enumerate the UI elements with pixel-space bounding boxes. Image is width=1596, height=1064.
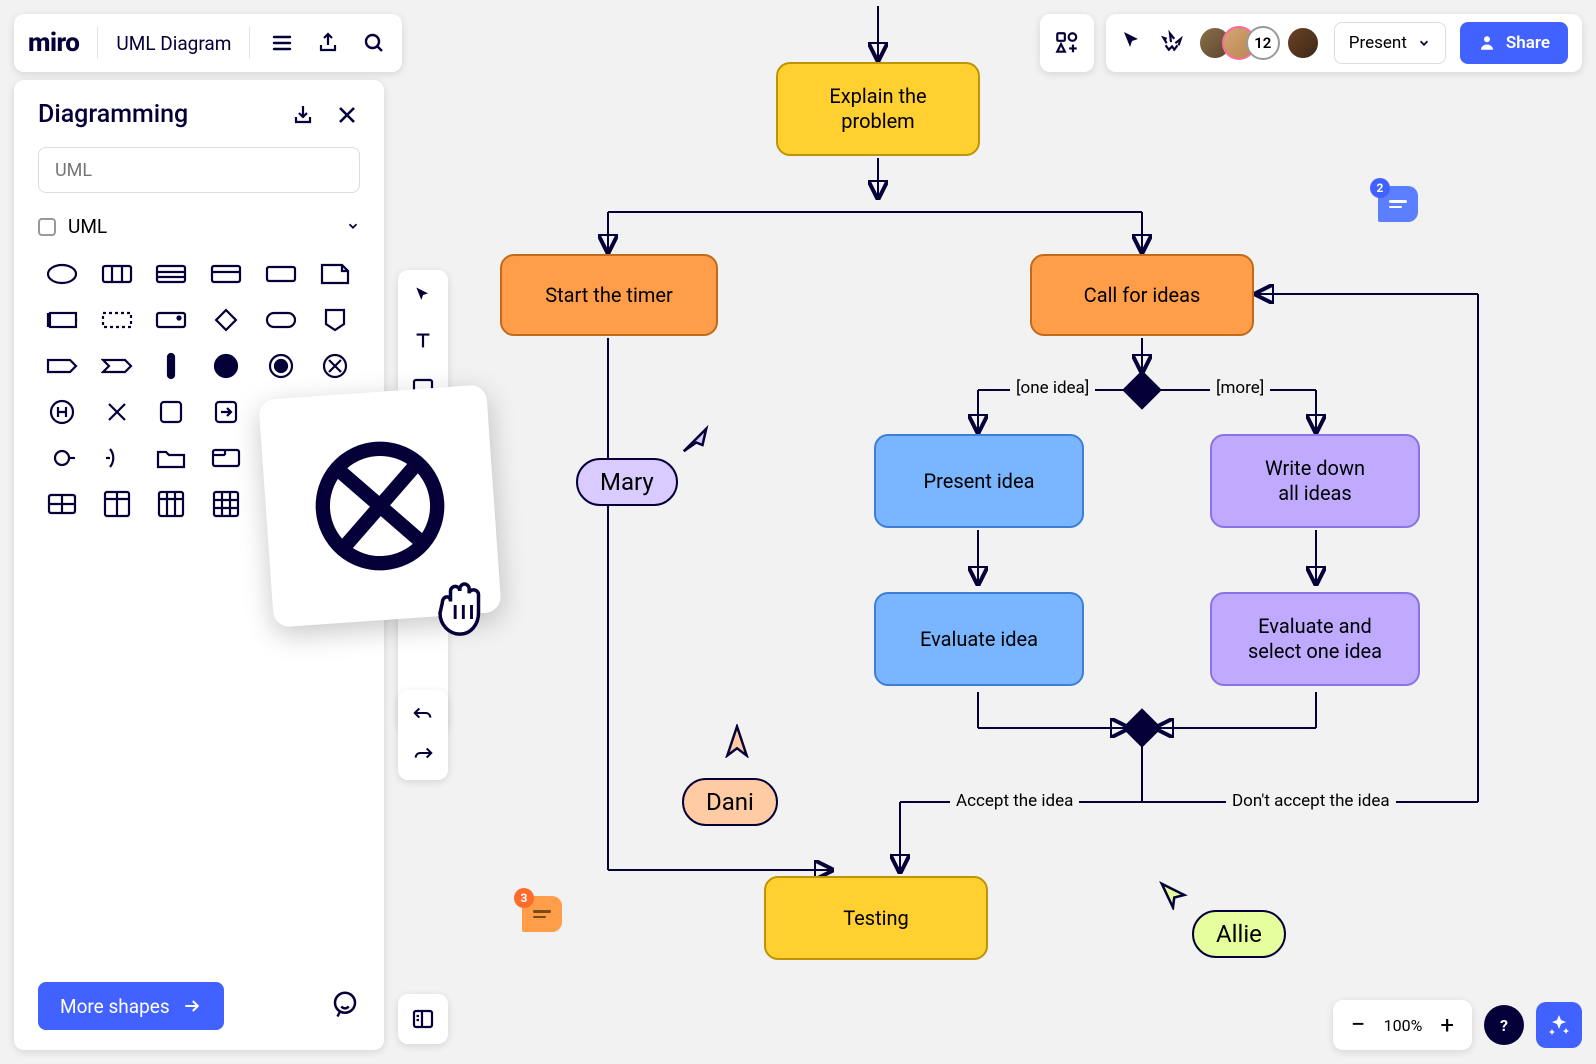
logo[interactable]: miro	[28, 28, 79, 58]
shape-arc[interactable]	[97, 442, 137, 474]
bottom-right-controls: − 100% + ?	[1333, 1000, 1582, 1050]
text-tool-icon[interactable]	[410, 328, 436, 354]
avatar[interactable]	[1286, 26, 1320, 60]
divider	[249, 27, 250, 59]
cursor-arrow-allie	[1158, 880, 1188, 914]
shape-circle-h[interactable]	[42, 396, 82, 428]
edge-label-accept: Accept the idea	[950, 791, 1079, 811]
shape-shield[interactable]	[315, 304, 355, 336]
close-icon[interactable]	[334, 102, 360, 128]
shape-square[interactable]	[151, 396, 191, 428]
shape-folder[interactable]	[151, 442, 191, 474]
cursor-mode-icon[interactable]	[1120, 29, 1144, 57]
edge-label-dont-accept: Don't accept the idea	[1226, 791, 1396, 811]
shape-bracket-rect[interactable]	[42, 304, 82, 336]
divider	[97, 27, 98, 59]
feedback-icon[interactable]	[330, 989, 360, 1023]
search-icon[interactable]	[360, 29, 388, 57]
shape-dashed-rect[interactable]	[97, 304, 137, 336]
decision-diamond[interactable]	[1122, 370, 1162, 410]
shape-bar[interactable]	[151, 350, 191, 382]
merge-diamond[interactable]	[1122, 708, 1162, 748]
comment-bubble[interactable]: 3	[522, 896, 562, 932]
help-button[interactable]: ?	[1484, 1005, 1524, 1045]
sidebar-title: Diagramming	[38, 100, 188, 129]
node-start-timer[interactable]: Start the timer	[500, 254, 718, 336]
shape-search-input[interactable]	[38, 147, 360, 193]
node-call-ideas[interactable]: Call for ideas	[1030, 254, 1254, 336]
zoom-control: − 100% +	[1333, 1000, 1472, 1050]
ai-button[interactable]	[1536, 1002, 1582, 1048]
cursor-arrow-mary	[680, 425, 710, 459]
shape-header[interactable]	[206, 258, 246, 290]
menu-icon[interactable]	[268, 29, 296, 57]
shape-ring-dot[interactable]	[261, 350, 301, 382]
edge-label-more: [more]	[1210, 378, 1270, 398]
zoom-out-button[interactable]: −	[1351, 1010, 1366, 1040]
shape-split-h[interactable]	[42, 488, 82, 520]
node-present-idea[interactable]: Present idea	[874, 434, 1084, 528]
shape-ellipse[interactable]	[42, 258, 82, 290]
shape-connector[interactable]	[42, 442, 82, 474]
node-write-down[interactable]: Write down all ideas	[1210, 434, 1420, 528]
zoom-in-button[interactable]: +	[1440, 1011, 1454, 1039]
shape-rect[interactable]	[261, 258, 301, 290]
import-icon[interactable]	[290, 102, 316, 128]
top-right-controls: 12 Present Share	[1040, 14, 1582, 72]
shape-circle-x[interactable]	[315, 350, 355, 382]
node-explain[interactable]: Explain the problem	[776, 62, 980, 156]
collab-box: 12 Present Share	[1106, 14, 1582, 72]
reactions-icon[interactable]	[1158, 28, 1184, 58]
share-button[interactable]: Share	[1460, 22, 1568, 64]
category-row[interactable]: UML	[14, 193, 384, 248]
shape-rows[interactable]	[151, 258, 191, 290]
redo-icon[interactable]	[412, 744, 434, 766]
zoom-level[interactable]: 100%	[1384, 1016, 1423, 1035]
node-evaluate-select[interactable]: Evaluate and select one idea	[1210, 592, 1420, 686]
cursor-arrow-dani	[722, 724, 752, 762]
category-label: UML	[68, 215, 107, 238]
export-icon[interactable]	[314, 29, 342, 57]
hidden-tool-icon[interactable]	[410, 650, 436, 676]
cursor-label-allie: Allie	[1192, 910, 1286, 958]
checkbox-icon[interactable]	[38, 218, 56, 236]
more-shapes-button[interactable]: More shapes	[38, 982, 224, 1030]
shape-window[interactable]	[206, 442, 246, 474]
shape-grid-3[interactable]	[151, 488, 191, 520]
shape-x[interactable]	[97, 396, 137, 428]
node-testing[interactable]: Testing	[764, 876, 988, 960]
comment-count-badge: 2	[1370, 178, 1390, 198]
shape-rect-dot[interactable]	[151, 304, 191, 336]
select-tool-icon[interactable]	[410, 282, 436, 308]
shape-square-arrow[interactable]	[206, 396, 246, 428]
cursor-label-mary: Mary	[576, 458, 678, 506]
shape-note[interactable]	[315, 258, 355, 290]
shape-grid-2x2[interactable]	[97, 488, 137, 520]
shape-tag[interactable]	[42, 350, 82, 382]
board-title[interactable]: UML Diagram	[116, 32, 231, 55]
undo-icon[interactable]	[412, 704, 434, 726]
top-bar: miro UML Diagram	[14, 14, 402, 72]
grab-cursor-icon	[426, 570, 496, 644]
edge-label-one-idea: [one idea]	[1010, 378, 1095, 398]
shape-table[interactable]	[206, 488, 246, 520]
node-evaluate-idea[interactable]: Evaluate idea	[874, 592, 1084, 686]
cursor-label-dani: Dani	[682, 778, 778, 826]
undo-redo-toolbar	[398, 690, 448, 780]
comment-count-badge: 3	[514, 888, 534, 908]
comment-bubble[interactable]: 2	[1378, 186, 1418, 222]
panel-toggle-button[interactable]	[398, 994, 448, 1044]
apps-box[interactable]	[1040, 14, 1094, 72]
shape-filled-circle[interactable]	[206, 350, 246, 382]
avatar-count[interactable]: 12	[1246, 26, 1280, 60]
shape-rounded[interactable]	[261, 304, 301, 336]
shape-diamond[interactable]	[206, 304, 246, 336]
chevron-down-icon[interactable]	[346, 215, 360, 238]
shape-signal[interactable]	[97, 350, 137, 382]
shape-three-col[interactable]	[97, 258, 137, 290]
present-button[interactable]: Present	[1334, 22, 1446, 64]
